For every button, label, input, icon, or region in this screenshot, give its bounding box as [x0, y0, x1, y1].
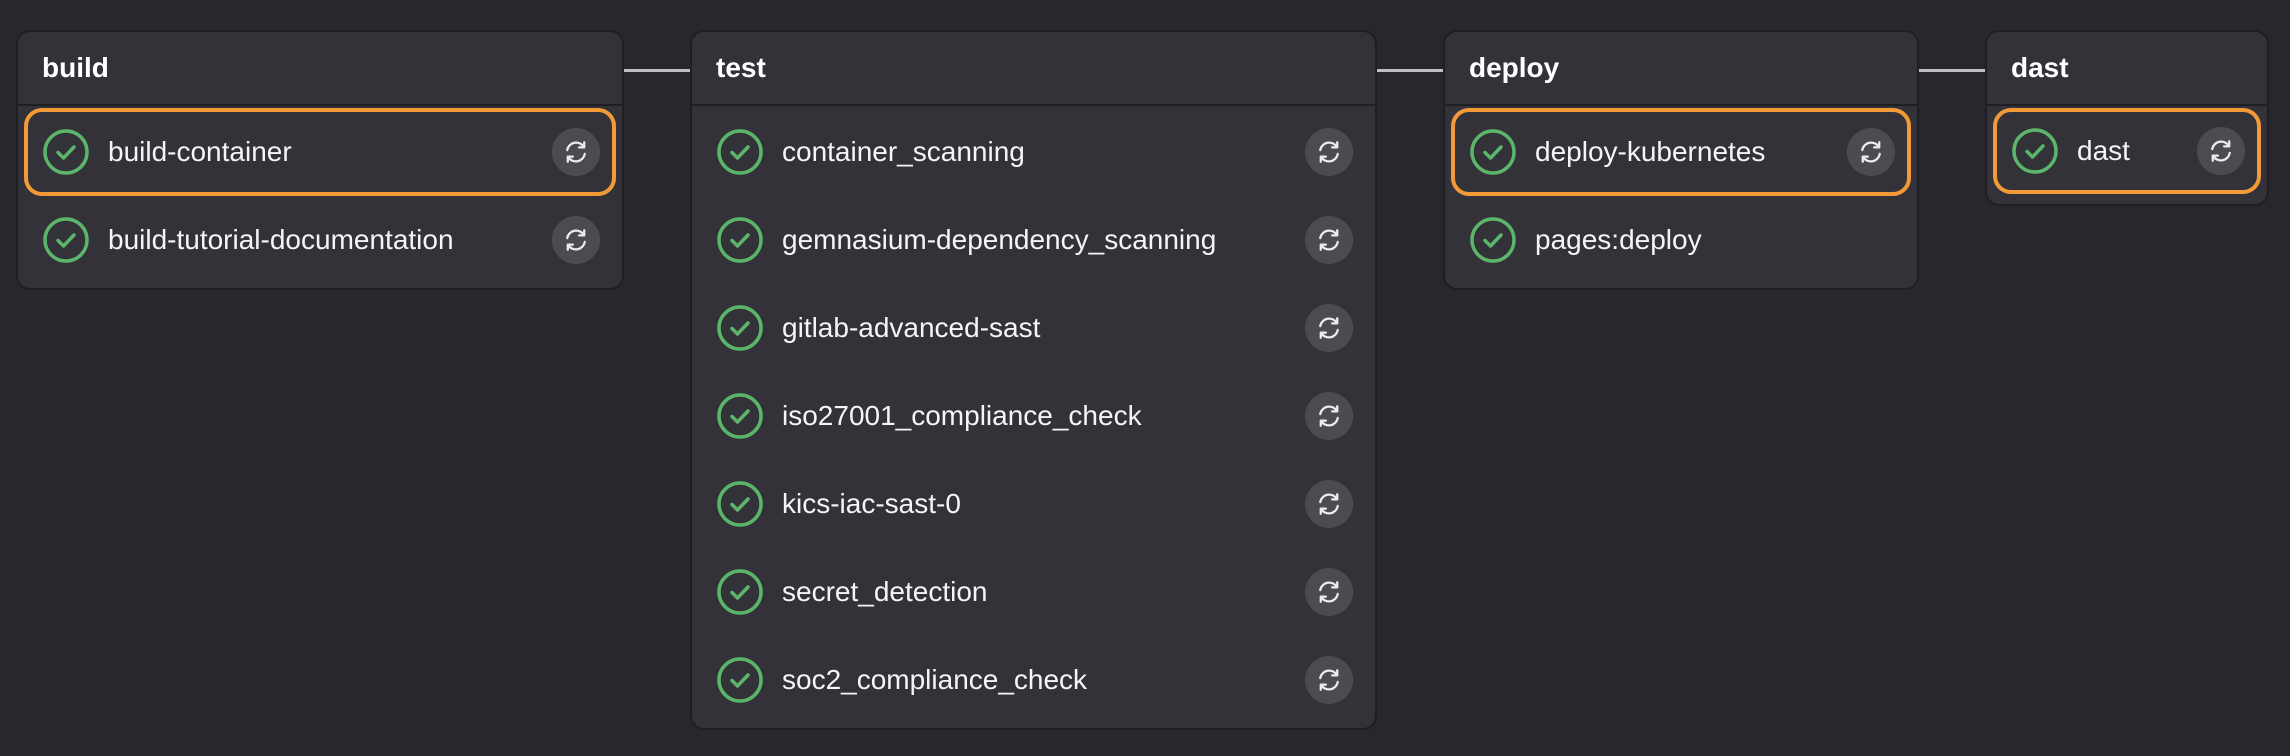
stage-connector-build-test [624, 69, 690, 72]
stage-test: test container_scanning gemnasium-depend… [690, 30, 1377, 730]
check-circle-icon [716, 568, 764, 616]
job-name[interactable]: gemnasium-dependency_scanning [782, 224, 1216, 256]
job-name[interactable]: soc2_compliance_check [782, 664, 1087, 696]
retry-icon [2211, 140, 2231, 162]
retry-icon [1319, 229, 1339, 251]
job-build-container[interactable]: build-container [24, 108, 616, 196]
retry-button[interactable] [1305, 392, 1353, 440]
job-secret-detection[interactable]: secret_detection [698, 548, 1369, 636]
retry-icon [1319, 317, 1339, 339]
stage-connector-deploy-dast [1919, 69, 1985, 72]
job-dast[interactable]: dast [1993, 108, 2261, 194]
check-circle-icon [1469, 128, 1517, 176]
stage-build: build build-container build-tutorial-doc… [16, 30, 624, 290]
job-gemnasium-dependency-scanning[interactable]: gemnasium-dependency_scanning [698, 196, 1369, 284]
job-name[interactable]: iso27001_compliance_check [782, 400, 1142, 432]
job-iso27001-compliance-check[interactable]: iso27001_compliance_check [698, 372, 1369, 460]
retry-icon [1319, 405, 1339, 427]
job-name[interactable]: secret_detection [782, 576, 987, 608]
check-circle-icon [42, 216, 90, 264]
retry-icon [566, 229, 586, 251]
check-circle-icon [716, 216, 764, 264]
retry-icon [566, 141, 586, 163]
check-circle-icon [716, 304, 764, 352]
check-circle-icon [716, 480, 764, 528]
stage-title: build [18, 32, 622, 106]
check-circle-icon [2011, 127, 2059, 175]
check-circle-icon [716, 392, 764, 440]
retry-icon [1319, 141, 1339, 163]
job-name[interactable]: build-tutorial-documentation [108, 224, 454, 256]
retry-button[interactable] [1305, 568, 1353, 616]
retry-button[interactable] [1305, 128, 1353, 176]
stage-connector-test-deploy [1377, 69, 1443, 72]
job-name[interactable]: dast [2077, 135, 2130, 167]
retry-icon [1319, 669, 1339, 691]
job-name[interactable]: container_scanning [782, 136, 1025, 168]
retry-button[interactable] [1305, 656, 1353, 704]
stage-title: dast [1987, 32, 2267, 106]
retry-icon [1861, 141, 1881, 163]
stage-dast: dast dast [1985, 30, 2269, 206]
check-circle-icon [716, 656, 764, 704]
check-circle-icon [1469, 216, 1517, 264]
job-name[interactable]: pages:deploy [1535, 224, 1702, 256]
check-circle-icon [42, 128, 90, 176]
stage-deploy: deploy deploy-kubernetes pages:deploy [1443, 30, 1919, 290]
retry-button[interactable] [552, 216, 600, 264]
job-deploy-kubernetes[interactable]: deploy-kubernetes [1451, 108, 1911, 196]
job-name[interactable]: gitlab-advanced-sast [782, 312, 1040, 344]
job-kics-iac-sast-0[interactable]: kics-iac-sast-0 [698, 460, 1369, 548]
retry-button[interactable] [552, 128, 600, 176]
job-container-scanning[interactable]: container_scanning [698, 108, 1369, 196]
job-name[interactable]: deploy-kubernetes [1535, 136, 1765, 168]
retry-button[interactable] [1305, 304, 1353, 352]
retry-button[interactable] [2197, 127, 2245, 175]
job-name[interactable]: kics-iac-sast-0 [782, 488, 961, 520]
retry-icon [1319, 493, 1339, 515]
job-build-tutorial-documentation[interactable]: build-tutorial-documentation [24, 196, 616, 284]
retry-button[interactable] [1305, 480, 1353, 528]
retry-icon [1319, 581, 1339, 603]
retry-button[interactable] [1305, 216, 1353, 264]
check-circle-icon [716, 128, 764, 176]
job-pages-deploy[interactable]: pages:deploy [1451, 196, 1911, 284]
stage-title: deploy [1445, 32, 1917, 106]
job-soc2-compliance-check[interactable]: soc2_compliance_check [698, 636, 1369, 724]
job-gitlab-advanced-sast[interactable]: gitlab-advanced-sast [698, 284, 1369, 372]
job-name[interactable]: build-container [108, 136, 292, 168]
retry-button[interactable] [1847, 128, 1895, 176]
stage-title: test [692, 32, 1375, 106]
